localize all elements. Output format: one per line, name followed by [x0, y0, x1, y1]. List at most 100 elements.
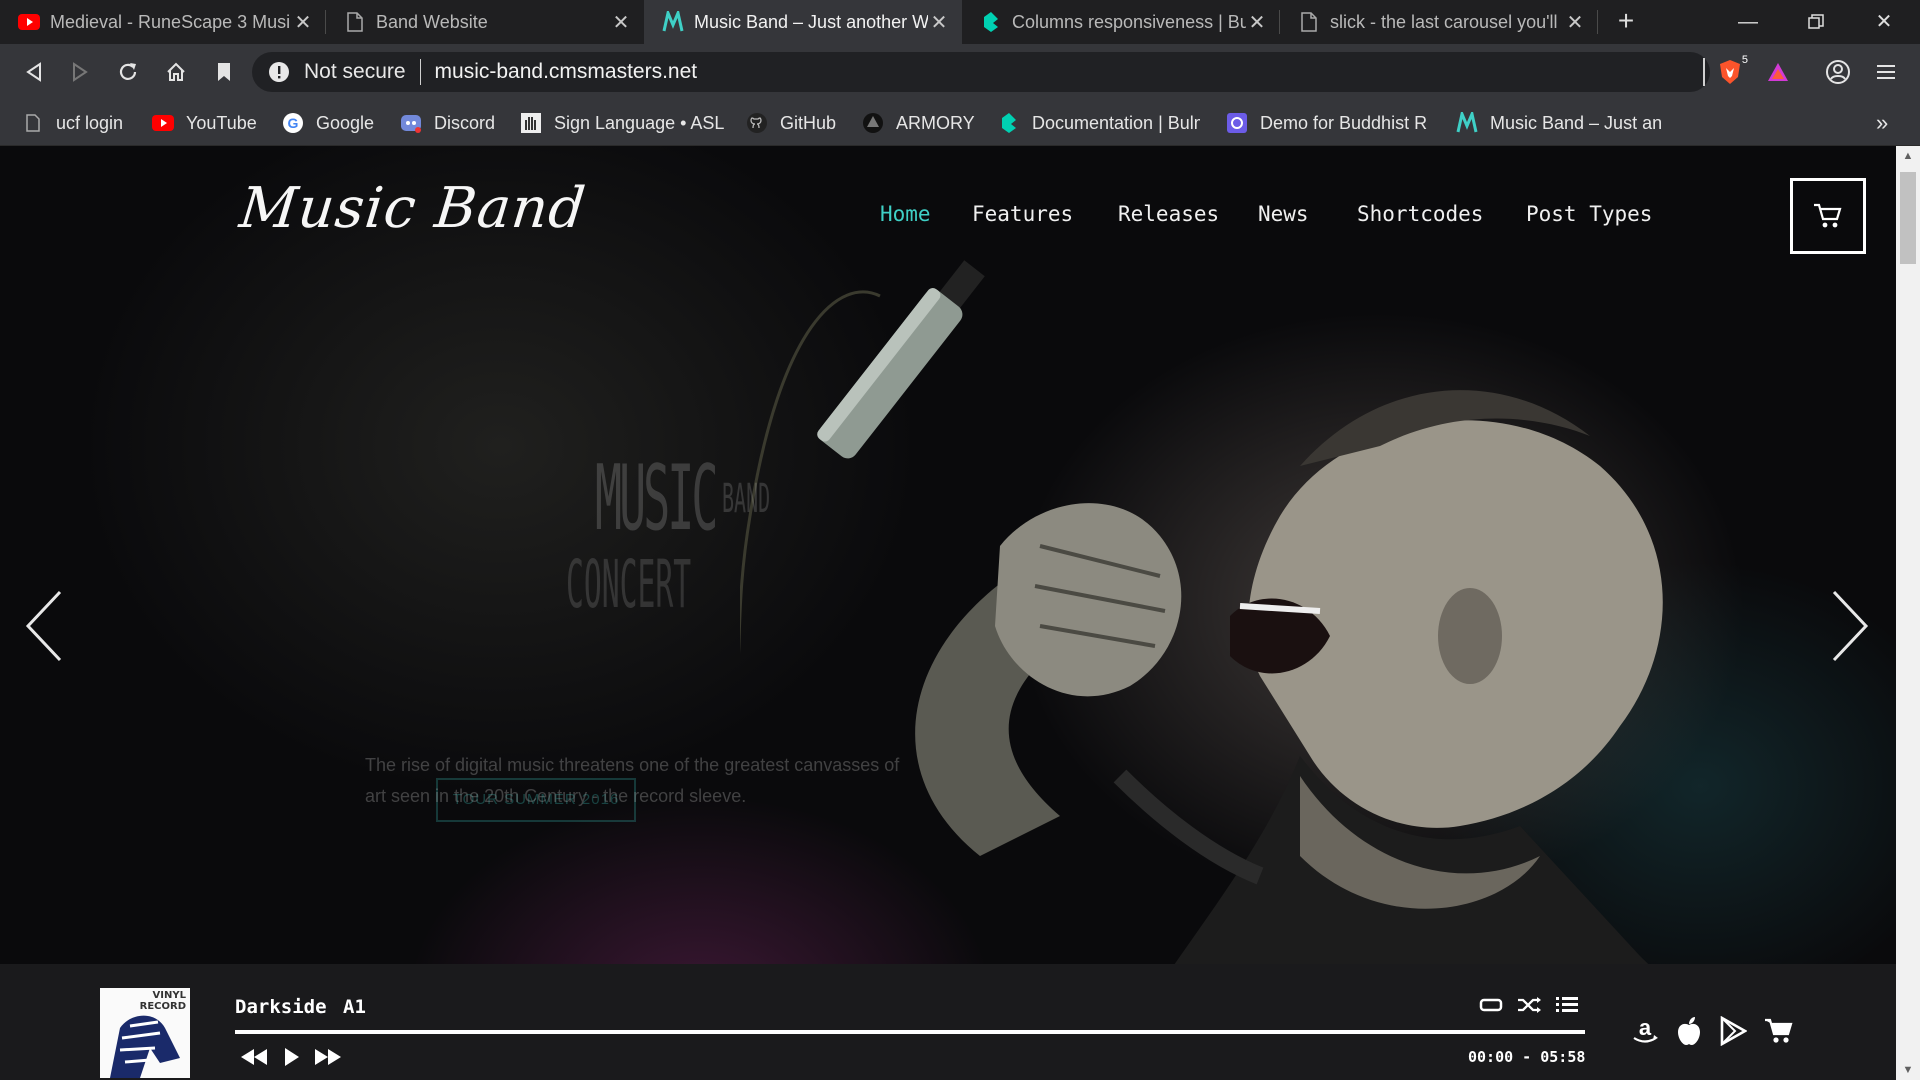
- page-viewport: MUSIC BAND CONCERT TOUR SUMMER 2016 The …: [0, 146, 1896, 1080]
- tab-title: Band Website: [376, 11, 488, 32]
- apple-music-button[interactable]: [1672, 1014, 1706, 1048]
- bookmark-label: GitHub: [780, 112, 837, 133]
- bookmark-label: Google: [316, 112, 375, 133]
- play-button[interactable]: [282, 1044, 302, 1070]
- tab-band-website[interactable]: Band Website ✕: [326, 0, 644, 44]
- slide-description: The rise of digital music threatens one …: [365, 755, 900, 806]
- tab-music-band[interactable]: Music Band – Just another W ✕: [644, 0, 962, 44]
- menu-icon[interactable]: [1868, 54, 1904, 90]
- nav-features[interactable]: Features: [972, 202, 1073, 226]
- bookmark-label: Sign Language • ASL: [554, 112, 725, 133]
- repeat-button[interactable]: [1476, 992, 1506, 1018]
- fast-forward-button[interactable]: [312, 1044, 344, 1070]
- rewind-button[interactable]: [238, 1044, 270, 1070]
- bookmark-bulma-docs[interactable]: Documentation | Bulm: [998, 100, 1200, 146]
- nav-shortcodes[interactable]: Shortcodes: [1357, 202, 1483, 226]
- bookmark-label: Demo for Buddhist R: [1260, 112, 1428, 133]
- site-logo[interactable]: Music Band: [237, 176, 590, 241]
- tab-title: Medieval - RuneScape 3 Musi: [50, 11, 291, 32]
- close-icon[interactable]: ✕: [928, 10, 950, 35]
- more-bookmarks-button[interactable]: »: [1876, 100, 1906, 146]
- brave-shield-icon[interactable]: 5: [1712, 54, 1748, 90]
- slide-title: MUSIC: [595, 446, 718, 551]
- bookmark-discord[interactable]: Discord: [400, 100, 504, 146]
- nav-home[interactable]: Home: [880, 202, 931, 226]
- page-scrollbar[interactable]: ▲ ▼: [1896, 146, 1920, 1080]
- track-time: 00:00 - 05:58: [1468, 1048, 1586, 1066]
- album-cover[interactable]: VINYL RECORD: [100, 988, 190, 1078]
- tab-runescape[interactable]: Medieval - RuneScape 3 Musi ✕: [0, 0, 326, 44]
- svg-text:a: a: [1639, 1016, 1652, 1040]
- audio-player: VINYL RECORD Darkside A1 00:00 - 05:58 a: [0, 964, 1896, 1080]
- bookmark-asl[interactable]: Sign Language • ASL: [520, 100, 730, 146]
- playlist-button[interactable]: [1552, 992, 1582, 1018]
- close-window-button[interactable]: ✕: [1854, 0, 1914, 44]
- music-band-icon: [1456, 112, 1478, 134]
- bookmark-armory[interactable]: ARMORY: [862, 100, 984, 146]
- asl-icon: [520, 112, 542, 134]
- close-icon[interactable]: ✕: [1246, 10, 1268, 35]
- minimize-button[interactable]: —: [1718, 0, 1778, 44]
- nav-news[interactable]: News: [1258, 202, 1309, 226]
- slider-prev-arrow[interactable]: [22, 586, 72, 666]
- cart-button[interactable]: [1790, 178, 1866, 254]
- buy-button[interactable]: [1762, 1014, 1796, 1048]
- slide-subtitle: CONCERT: [566, 546, 692, 623]
- close-icon[interactable]: ✕: [610, 10, 632, 35]
- youtube-icon: [18, 11, 40, 33]
- cart-icon: [1765, 1018, 1793, 1043]
- slider-next-arrow[interactable]: [1822, 586, 1872, 666]
- scroll-up-icon[interactable]: ▲: [1896, 146, 1920, 166]
- close-icon[interactable]: ✕: [292, 10, 314, 35]
- discord-icon: [400, 112, 422, 134]
- apple-icon: [1678, 1017, 1700, 1045]
- bookmark-buddhist-demo[interactable]: Demo for Buddhist R: [1226, 100, 1432, 146]
- page-icon: [1298, 11, 1320, 33]
- amazon-button[interactable]: a: [1628, 1014, 1662, 1048]
- bookmark-music-band[interactable]: Music Band – Just an: [1456, 100, 1666, 146]
- google-play-button[interactable]: [1716, 1014, 1750, 1048]
- track-title: Darkside: [235, 996, 327, 1018]
- cart-icon: [1814, 203, 1842, 228]
- scrollbar-thumb[interactable]: [1900, 172, 1916, 264]
- profile-icon[interactable]: [1820, 54, 1856, 90]
- google-icon: G: [282, 112, 304, 134]
- info-icon[interactable]: [268, 61, 290, 83]
- reload-button[interactable]: [110, 54, 146, 90]
- home-button[interactable]: [158, 54, 194, 90]
- armory-icon: [862, 112, 884, 134]
- bookmark-google[interactable]: G Google: [282, 100, 388, 146]
- scroll-down-icon[interactable]: ▼: [1896, 1060, 1920, 1080]
- close-icon[interactable]: ✕: [1564, 10, 1586, 35]
- bulma-icon: [980, 11, 1002, 33]
- shuffle-icon: [1518, 997, 1541, 1013]
- hero-singer-image: [740, 260, 1852, 1080]
- github-icon: [746, 112, 768, 134]
- bookmark-icon[interactable]: [206, 54, 242, 90]
- slide-title-side: BAND: [722, 476, 771, 522]
- nav-releases[interactable]: Releases: [1118, 202, 1219, 226]
- fast-forward-icon: [315, 1049, 341, 1065]
- shuffle-button[interactable]: [1514, 992, 1544, 1018]
- bookmark-ucf-login[interactable]: ucf login: [22, 100, 132, 146]
- youtube-icon: [152, 112, 174, 134]
- bookmark-youtube[interactable]: YouTube: [152, 100, 270, 146]
- shield-count-badge: 5: [1741, 54, 1748, 66]
- forward-button[interactable]: [62, 54, 98, 90]
- new-tab-button[interactable]: +: [1610, 6, 1642, 38]
- tab-slick[interactable]: slick - the last carousel you'll ✕: [1280, 0, 1598, 44]
- page-icon: [344, 11, 366, 33]
- playlist-icon: [1556, 997, 1578, 1012]
- brave-rewards-icon[interactable]: [1760, 54, 1796, 90]
- nav-post-types[interactable]: Post Types: [1526, 202, 1652, 226]
- address-bar[interactable]: Not secure music-band.cmsmasters.net: [252, 52, 1710, 92]
- url-text[interactable]: music-band.cmsmasters.net: [435, 60, 698, 84]
- tab-columns[interactable]: Columns responsiveness | Bul ✕: [962, 0, 1280, 44]
- back-button[interactable]: [16, 54, 52, 90]
- progress-bar[interactable]: [235, 1030, 1585, 1034]
- tab-title: slick - the last carousel you'll: [1330, 11, 1558, 32]
- album-label-line2: RECORD: [139, 1001, 186, 1012]
- bookmark-github[interactable]: GitHub: [746, 100, 850, 146]
- restore-button[interactable]: [1786, 0, 1846, 44]
- bookmark-label: Music Band – Just an: [1490, 112, 1663, 133]
